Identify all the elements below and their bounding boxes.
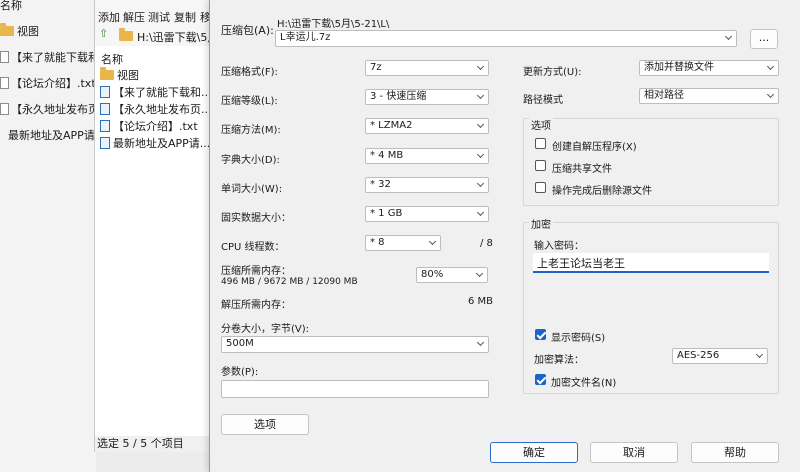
- parameters-input[interactable]: [221, 380, 489, 398]
- encrypt-filenames-label[interactable]: 加密文件名(N): [551, 374, 616, 389]
- list-item[interactable]: 【论坛介绍】.txt: [0, 74, 96, 94]
- split-size-label: 分卷大小，字节(V):: [221, 324, 310, 335]
- file-icon: [100, 103, 110, 115]
- parameters-label: 参数(P):: [221, 367, 259, 378]
- chevron-down-icon: [766, 90, 775, 99]
- list-item[interactable]: 视图: [0, 22, 39, 42]
- chevron-down-icon: [476, 91, 485, 100]
- status-bar: 选定 5 / 5 个项目: [95, 436, 213, 452]
- create-sfx-label[interactable]: 创建自解压程序(X): [552, 138, 637, 153]
- path-text[interactable]: H:\迅雷下载\5月: [137, 29, 213, 45]
- chevron-down-icon: [476, 208, 485, 217]
- list-item[interactable]: 最新地址及APP请: [8, 126, 95, 146]
- copy-button[interactable]: 复制: [174, 9, 196, 25]
- add-button[interactable]: 添加: [98, 9, 120, 25]
- level-select[interactable]: 3 - 快速压缩: [365, 89, 489, 105]
- create-sfx-checkbox[interactable]: [535, 138, 546, 149]
- column-header-name[interactable]: 名称: [101, 51, 123, 67]
- password-label: 输入密码：: [534, 241, 584, 252]
- list-item[interactable]: 【论坛介绍】.txt: [100, 118, 213, 134]
- path-mode-label: 路径模式: [523, 95, 563, 106]
- solid-block-select[interactable]: * 1 GB: [365, 206, 489, 222]
- test-button[interactable]: 测试: [148, 9, 170, 25]
- update-mode-label: 更新方式(U):: [523, 67, 582, 78]
- encrypt-filenames-checkbox[interactable]: [535, 374, 546, 385]
- add-to-archive-dialog: 压缩包(A): H:\迅雷下载\5月\5-21\L\ L幸运儿.7z ... 压…: [209, 0, 800, 472]
- level-label: 压缩等级(L):: [221, 96, 278, 107]
- folder-icon: [0, 23, 14, 36]
- options-group-title: 选项: [529, 117, 553, 132]
- format-label: 压缩格式(F):: [221, 67, 278, 78]
- chevron-down-icon: [476, 120, 485, 129]
- chevron-down-icon: [476, 150, 485, 159]
- archive-name-input[interactable]: L幸运儿.7z: [275, 30, 737, 47]
- cpu-threads-label: CPU 线程数：: [221, 242, 285, 253]
- background-explorer-panel: 名称 视图 【来了就能下载和 【论坛介绍】.txt 【永久地址发布页 最新地址及…: [0, 0, 99, 472]
- method-label: 压缩方法(M):: [221, 125, 281, 136]
- word-size-label: 单词大小(W):: [221, 184, 283, 195]
- file-icon: [0, 103, 9, 115]
- cpu-threads-select[interactable]: * 8: [365, 235, 441, 251]
- cancel-button[interactable]: 取消: [590, 442, 678, 463]
- encryption-method-select[interactable]: AES-256: [672, 348, 768, 364]
- method-select[interactable]: * LZMA2: [365, 118, 489, 134]
- options-button[interactable]: 选项: [221, 414, 309, 435]
- zip-file-manager: 添加 解压 测试 复制 移 ⇧ H:\迅雷下载\5月 名称 视图 【来了就能下载…: [94, 0, 213, 452]
- chevron-down-icon: [476, 179, 485, 188]
- show-password-label[interactable]: 显示密码(S): [551, 329, 605, 344]
- chevron-down-icon: [475, 269, 484, 278]
- compress-shared-checkbox[interactable]: [535, 160, 546, 171]
- compress-shared-label[interactable]: 压缩共享文件: [552, 160, 612, 175]
- archive-label: 压缩包(A):: [221, 24, 274, 37]
- memory-percent-select[interactable]: 80%: [416, 267, 488, 283]
- format-select[interactable]: 7z: [365, 60, 489, 76]
- chevron-down-icon: [755, 350, 764, 359]
- chevron-down-icon: [766, 62, 775, 71]
- list-item[interactable]: 【来了就能下载和: [0, 48, 99, 68]
- show-password-checkbox[interactable]: [535, 329, 546, 340]
- word-size-select[interactable]: * 32: [365, 177, 489, 193]
- update-mode-select[interactable]: 添加并替换文件: [639, 60, 779, 76]
- password-input[interactable]: 上老王论坛当老王: [533, 253, 769, 273]
- chevron-down-icon: [476, 338, 485, 347]
- file-icon: [100, 120, 110, 132]
- list-item[interactable]: 视图: [100, 67, 213, 83]
- solid-block-label: 固实数据大小：: [221, 213, 291, 224]
- folder-icon: [119, 28, 136, 43]
- list-item[interactable]: 【永久地址发布页: [0, 100, 99, 120]
- archive-directory: H:\迅雷下载\5月\5-21\L\: [277, 19, 390, 30]
- file-icon: [0, 77, 9, 89]
- memory-decompress-value: 6 MB: [468, 296, 494, 307]
- memory-decompress-label: 解压所需内存：: [221, 300, 291, 311]
- list-item[interactable]: 最新地址及APP请...: [100, 135, 213, 151]
- file-icon: [100, 137, 110, 149]
- list-item[interactable]: 【来了就能下载和...: [100, 84, 213, 100]
- file-icon: [100, 86, 110, 98]
- memory-compress-detail: 496 MB / 9672 MB / 12090 MB: [221, 277, 358, 287]
- folder-icon: [100, 67, 114, 80]
- path-bar[interactable]: ⇧ H:\迅雷下载\5月: [95, 26, 213, 46]
- browse-button[interactable]: ...: [750, 29, 778, 49]
- list-item[interactable]: 【永久地址发布页...: [100, 101, 213, 117]
- encryption-group-title: 加密: [529, 216, 553, 231]
- split-size-input[interactable]: 500M: [221, 336, 489, 353]
- ok-button[interactable]: 确定: [490, 442, 578, 463]
- delete-after-checkbox[interactable]: [535, 182, 546, 193]
- delete-after-label[interactable]: 操作完成后删除源文件: [552, 182, 652, 197]
- dictionary-label: 字典大小(D):: [221, 155, 280, 166]
- encryption-method-label: 加密算法：: [534, 355, 584, 366]
- path-mode-select[interactable]: 相对路径: [639, 88, 779, 104]
- chevron-down-icon[interactable]: [724, 32, 733, 41]
- up-arrow-icon[interactable]: ⇧: [99, 28, 108, 39]
- extract-button[interactable]: 解压: [123, 9, 145, 25]
- chevron-down-icon: [476, 62, 485, 71]
- cpu-threads-total: / 8: [480, 238, 493, 249]
- chevron-down-icon: [428, 237, 437, 246]
- toolbar: 添加 解压 测试 复制 移: [95, 0, 213, 26]
- dictionary-select[interactable]: * 4 MB: [365, 148, 489, 164]
- memory-compress-label: 压缩所需内存：: [221, 266, 291, 277]
- file-icon: [0, 51, 9, 63]
- column-header[interactable]: 名称: [0, 0, 22, 16]
- help-button[interactable]: 帮助: [691, 442, 779, 463]
